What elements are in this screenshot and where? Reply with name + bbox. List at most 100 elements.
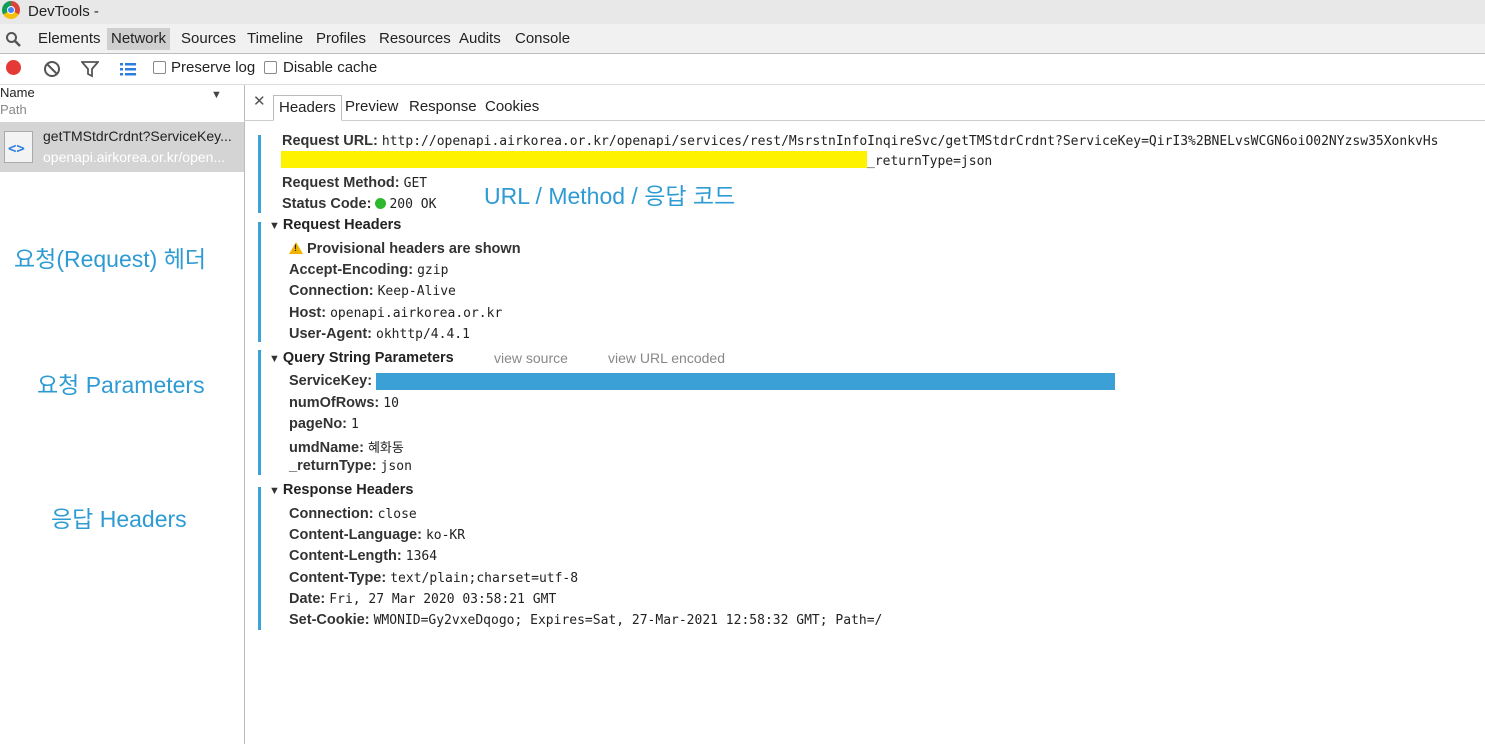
status-code-value: 200 OK xyxy=(389,197,437,212)
detail-tab-bar: Headers Preview Response Cookies xyxy=(244,90,1485,121)
header-value: close xyxy=(377,507,417,522)
request-headers-section[interactable]: ▼ Request Headers xyxy=(269,217,401,233)
header-value: Fri, 27 Mar 2020 03:58:21 GMT xyxy=(329,592,557,607)
param-key: ServiceKey: xyxy=(289,373,373,389)
tab-resources[interactable]: Resources xyxy=(375,28,455,50)
redacted-highlight xyxy=(281,151,867,168)
preserve-log-checkbox[interactable] xyxy=(153,61,166,74)
header-row: Accept-Encoding: gzip xyxy=(289,262,448,278)
request-row[interactable]: <> getTMStdrCrdnt?ServiceKey... openapi.… xyxy=(0,122,244,172)
tab-cookies[interactable]: Cookies xyxy=(480,95,544,119)
param-row: numOfRows: 10 xyxy=(289,395,399,411)
header-key: Connection: xyxy=(289,506,374,522)
window-title: DevTools - xyxy=(28,3,99,20)
sort-down-icon[interactable]: ▼ xyxy=(211,89,222,101)
header-row: Content-Language: ko-KR xyxy=(289,527,465,543)
header-row: Content-Length: 1364 xyxy=(289,548,437,564)
header-row: Date: Fri, 27 Mar 2020 03:58:21 GMT xyxy=(289,591,556,607)
tab-profiles[interactable]: Profiles xyxy=(312,28,370,50)
request-list-pane: Name Path ▼ <> getTMStdrCrdnt?ServiceKey… xyxy=(0,85,245,744)
header-value: okhttp/4.4.1 xyxy=(376,327,470,342)
column-header-name[interactable]: Name xyxy=(0,85,35,100)
expand-triangle-icon: ▼ xyxy=(269,353,280,365)
clear-icon[interactable] xyxy=(43,60,61,78)
header-row: Host: openapi.airkorea.or.kr xyxy=(289,305,502,321)
redacted-service-key xyxy=(376,373,1115,390)
param-value: json xyxy=(380,459,412,474)
request-method-value: GET xyxy=(403,176,428,191)
annotation-response-headers: 응답 Headers xyxy=(51,506,187,532)
title-bar: DevTools - xyxy=(0,0,1485,24)
status-code-label: Status Code: xyxy=(282,196,372,212)
search-icon[interactable] xyxy=(5,31,21,47)
main-tab-bar: Elements Network Sources Timeline Profil… xyxy=(0,24,1485,54)
header-row: Set-Cookie: WMONID=Gy2vxeDqogo; Expires=… xyxy=(289,612,882,628)
tab-network[interactable]: Network xyxy=(107,28,171,50)
query-params-section[interactable]: ▼ Query String Parameters xyxy=(269,350,454,366)
param-row: umdName: 혜화동 xyxy=(289,437,404,456)
tab-sources[interactable]: Sources xyxy=(177,28,240,50)
general-section-bar xyxy=(258,135,261,213)
tab-audits[interactable]: Audits xyxy=(455,28,505,50)
chrome-logo-icon xyxy=(2,1,20,19)
header-value: Keep-Alive xyxy=(377,284,456,299)
request-method-row: Request Method: GET xyxy=(282,175,427,191)
param-value: 10 xyxy=(383,396,399,411)
header-row: User-Agent: okhttp/4.4.1 xyxy=(289,326,470,342)
request-url-value: http://openapi.airkorea.or.kr/openapi/se… xyxy=(381,134,1439,149)
request-headers-bar xyxy=(258,222,261,342)
request-url-label: Request URL: xyxy=(282,133,378,149)
list-view-icon[interactable] xyxy=(119,60,137,78)
view-source-link[interactable]: view source xyxy=(494,350,568,366)
filter-icon[interactable] xyxy=(81,60,99,78)
header-value: text/plain;charset=utf-8 xyxy=(390,571,579,586)
param-key: umdName: xyxy=(289,440,364,456)
param-key: _returnType: xyxy=(289,458,377,474)
request-url-row: Request URL: http://openapi.airkorea.or.… xyxy=(282,133,1482,149)
response-headers-title: Response Headers xyxy=(282,482,414,498)
tab-headers[interactable]: Headers xyxy=(273,95,342,121)
tab-elements[interactable]: Elements xyxy=(34,28,105,50)
header-row: Connection: Keep-Alive xyxy=(289,283,456,299)
request-url-tail-value: _returnType=json xyxy=(867,154,993,169)
warning-icon xyxy=(289,242,303,254)
view-url-encoded-link[interactable]: view URL encoded xyxy=(608,350,725,366)
annotation-request-headers: 요청(Request) 헤더 xyxy=(14,246,207,272)
param-value: 혜화동 xyxy=(367,441,404,456)
header-key: Content-Length: xyxy=(289,548,402,564)
param-row: ServiceKey: xyxy=(289,373,372,389)
param-key: numOfRows: xyxy=(289,395,380,411)
request-headers-title: Request Headers xyxy=(282,217,402,233)
param-value: 1 xyxy=(351,417,359,432)
request-domain: openapi.airkorea.or.kr/open... xyxy=(43,149,226,165)
tab-response[interactable]: Response xyxy=(404,95,482,119)
warning-text: Provisional headers are shown xyxy=(307,241,521,257)
tab-console[interactable]: Console xyxy=(511,28,574,50)
response-headers-bar xyxy=(258,487,261,630)
header-key: Content-Type: xyxy=(289,570,387,586)
header-key: Set-Cookie: xyxy=(289,612,370,628)
status-ok-icon xyxy=(375,198,387,209)
header-row: Connection: close xyxy=(289,506,417,522)
script-file-icon: <> xyxy=(4,131,33,163)
header-row: Content-Type: text/plain;charset=utf-8 xyxy=(289,570,578,586)
tab-timeline[interactable]: Timeline xyxy=(243,28,307,50)
header-key: User-Agent: xyxy=(289,326,372,342)
request-url-tail: _returnType=json xyxy=(867,153,992,169)
header-value: ko-KR xyxy=(425,528,466,543)
status-code-row: Status Code: 200 OK xyxy=(282,196,436,212)
param-row: pageNo: 1 xyxy=(289,416,359,432)
expand-triangle-icon: ▼ xyxy=(269,485,280,497)
disable-cache-checkbox[interactable] xyxy=(264,61,277,74)
tab-preview[interactable]: Preview xyxy=(340,95,403,119)
provisional-warning: Provisional headers are shown xyxy=(289,241,521,257)
preserve-log-label: Preserve log xyxy=(171,59,256,76)
header-key: Content-Language: xyxy=(289,527,422,543)
record-icon[interactable] xyxy=(6,60,21,75)
query-params-bar xyxy=(258,350,261,475)
disable-cache-label: Disable cache xyxy=(283,59,378,76)
annotation-request-params: 요청 Parameters xyxy=(37,372,205,398)
header-value: gzip xyxy=(417,263,449,278)
query-params-title: Query String Parameters xyxy=(282,350,454,366)
response-headers-section[interactable]: ▼ Response Headers xyxy=(269,482,413,498)
